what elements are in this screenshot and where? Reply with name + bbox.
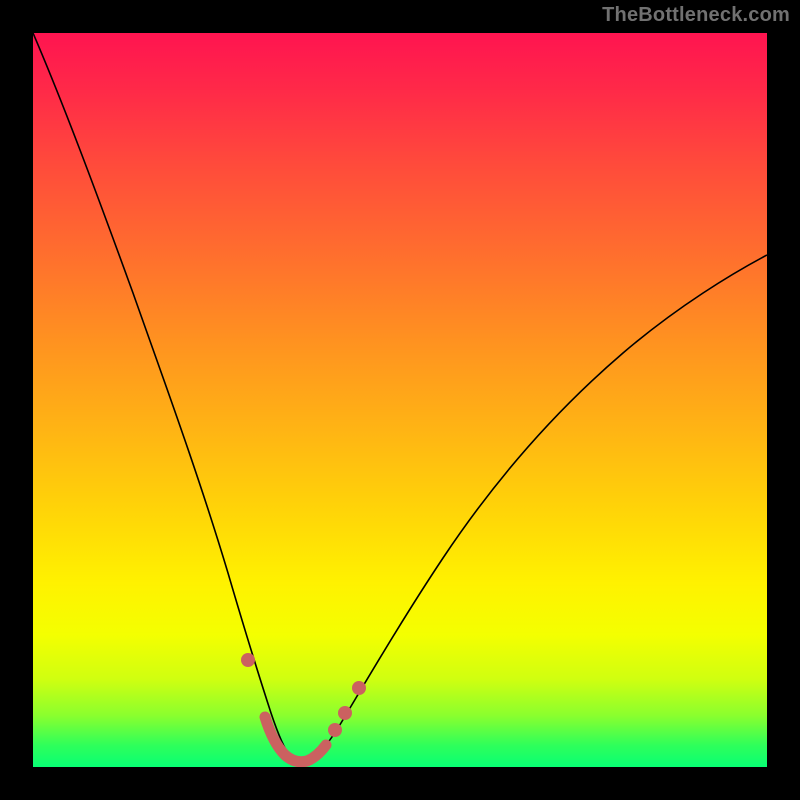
marker-right-dot-1 — [328, 723, 342, 737]
marker-right-dot-3 — [352, 681, 366, 695]
bottleneck-curve — [33, 33, 767, 767]
curve-markers — [241, 653, 366, 762]
watermark-text: TheBottleneck.com — [602, 4, 790, 27]
marker-right-dot-2 — [338, 706, 352, 720]
plot-area — [33, 33, 767, 767]
curve-path — [33, 33, 767, 764]
chart-stage: TheBottleneck.com — [0, 0, 800, 800]
marker-left-dot — [241, 653, 255, 667]
